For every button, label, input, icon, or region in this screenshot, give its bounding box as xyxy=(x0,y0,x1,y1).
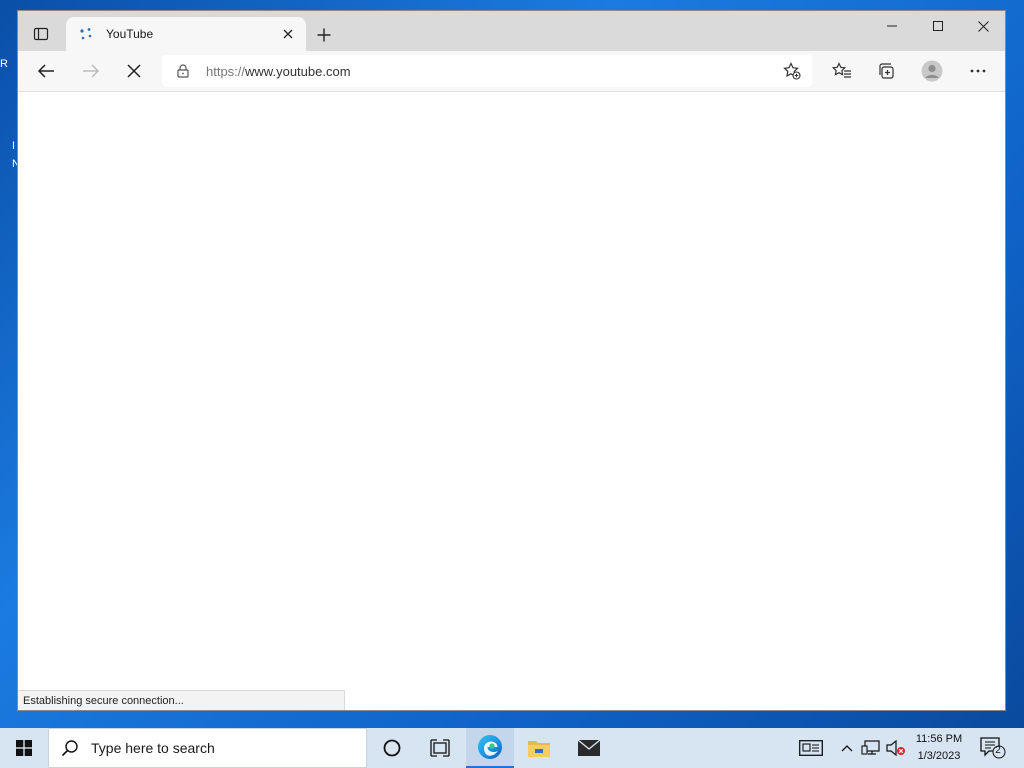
edge-icon xyxy=(478,735,502,759)
forward-button[interactable] xyxy=(75,57,107,85)
collections-button[interactable] xyxy=(870,57,902,85)
desktop: R I N YouTube https://www.youtube.com Es… xyxy=(0,0,1024,728)
add-favorite-button[interactable] xyxy=(782,61,802,81)
close-window-button[interactable] xyxy=(960,11,1006,41)
desktop-icon-label-fragment: R xyxy=(0,58,8,70)
chevron-up-icon xyxy=(841,745,853,752)
task-view-icon xyxy=(430,739,450,757)
taskbar-edge-button[interactable] xyxy=(466,728,514,768)
maximize-button[interactable] xyxy=(915,11,961,41)
collections-icon xyxy=(879,63,894,79)
address-bar[interactable]: https://www.youtube.com xyxy=(162,55,812,87)
clock-date: 1/3/2023 xyxy=(917,750,961,762)
search-placeholder: Type here to search xyxy=(91,740,215,756)
add-favorite-icon xyxy=(783,62,801,80)
back-icon xyxy=(37,64,54,78)
desktop-icon-label-fragment: I xyxy=(12,140,16,152)
show-hidden-icons-button[interactable] xyxy=(837,728,857,768)
profile-button[interactable] xyxy=(916,57,948,85)
favorites-button[interactable] xyxy=(826,57,858,85)
favorites-icon xyxy=(832,62,851,78)
volume-muted-icon xyxy=(886,740,905,756)
lock-icon[interactable] xyxy=(176,64,190,78)
cortana-icon xyxy=(383,739,401,757)
stop-icon xyxy=(127,64,141,78)
volume-button[interactable] xyxy=(884,728,908,768)
more-icon xyxy=(970,69,986,73)
url-text[interactable]: https://www.youtube.com xyxy=(206,64,351,79)
profile-icon xyxy=(921,60,943,82)
file-explorer-icon xyxy=(528,741,550,757)
network-icon xyxy=(861,740,880,755)
url-host: www.youtube.com xyxy=(245,63,351,79)
action-center-button[interactable]: 2 xyxy=(978,728,1008,768)
taskbar-search-box[interactable]: Type here to search xyxy=(48,728,367,768)
page-content: Establishing secure connection... xyxy=(18,92,1005,710)
status-bubble: Establishing secure connection... xyxy=(18,690,345,710)
network-button[interactable] xyxy=(859,728,883,768)
close-tab-button[interactable] xyxy=(278,24,298,44)
search-icon xyxy=(61,740,78,757)
taskbar-clock[interactable]: 11:56 PM 1/3/2023 xyxy=(908,731,970,765)
close-tab-icon xyxy=(283,29,293,39)
notification-count: 2 xyxy=(995,745,1001,756)
news-icon xyxy=(799,740,823,756)
url-protocol: https:// xyxy=(206,63,246,79)
windows-start-icon xyxy=(16,740,32,756)
taskbar-mail-button[interactable] xyxy=(565,728,613,768)
minimize-icon xyxy=(887,25,897,27)
cortana-button[interactable] xyxy=(368,728,416,768)
back-button[interactable] xyxy=(30,57,62,85)
taskbar: Type here to search 11:56 PM 1/3/2023 2 xyxy=(0,728,1024,768)
mail-icon xyxy=(577,739,601,756)
start-button[interactable] xyxy=(0,728,48,768)
browser-toolbar: https://www.youtube.com xyxy=(18,51,1005,92)
settings-more-button[interactable] xyxy=(962,57,994,85)
news-and-interests-button[interactable] xyxy=(794,728,828,768)
maximize-icon xyxy=(933,21,943,31)
clock-time: 11:56 PM xyxy=(915,733,963,745)
browser-window: YouTube https://www.youtube.com Establis… xyxy=(17,10,1006,711)
new-tab-icon xyxy=(317,28,331,42)
tab-youtube[interactable]: YouTube xyxy=(66,17,306,51)
task-view-button[interactable] xyxy=(416,728,464,768)
loading-favicon-icon xyxy=(78,26,94,42)
new-tab-button[interactable] xyxy=(312,23,336,47)
tab-title: YouTube xyxy=(106,27,154,41)
taskbar-file-explorer-button[interactable] xyxy=(515,728,563,768)
forward-icon xyxy=(83,64,100,78)
tab-actions-button[interactable] xyxy=(24,21,58,47)
stop-loading-button[interactable] xyxy=(118,57,150,85)
tab-actions-icon xyxy=(33,27,49,41)
title-bar: YouTube xyxy=(18,11,1005,51)
minimize-button[interactable] xyxy=(869,11,915,41)
close-window-icon xyxy=(977,20,989,32)
